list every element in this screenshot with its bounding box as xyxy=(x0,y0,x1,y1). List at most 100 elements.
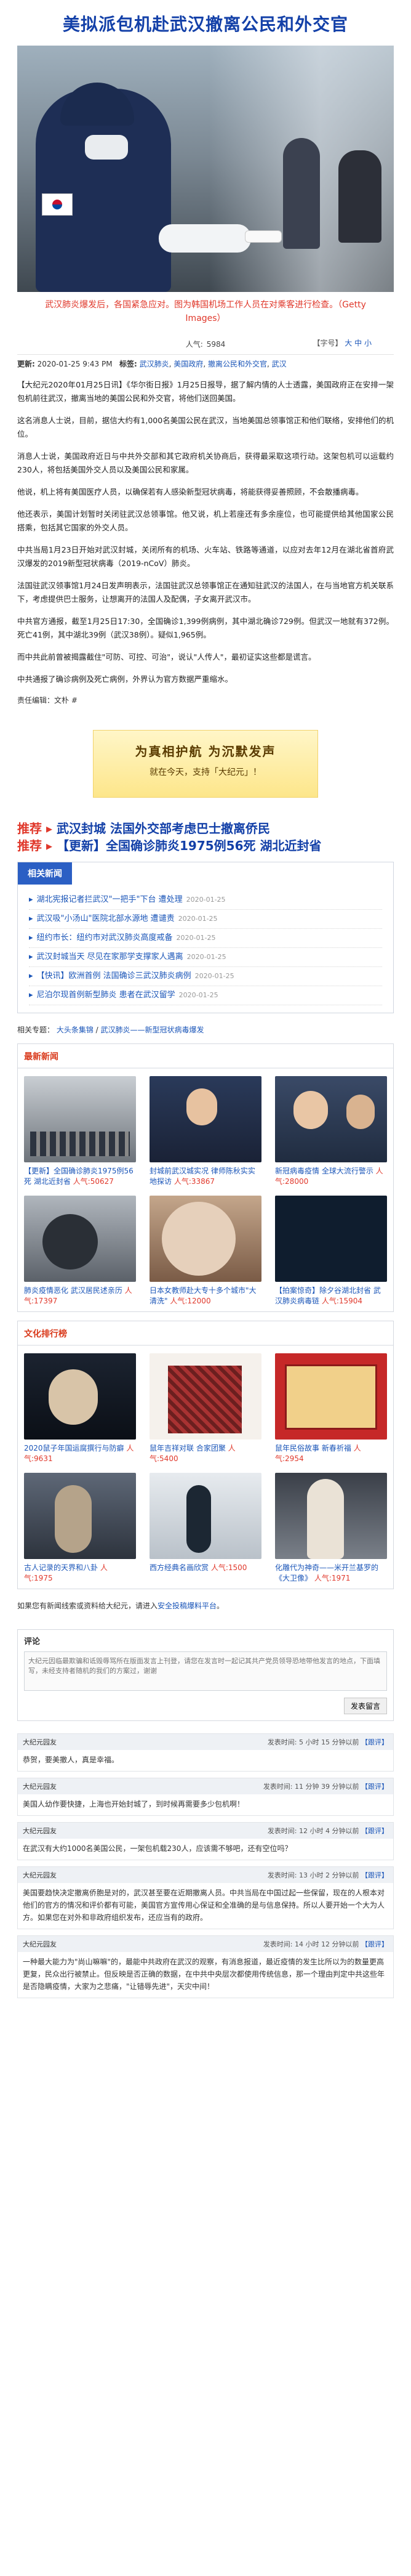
related-news-text: 武汉吸"小汤山"医院北部水源地 遭谴责 xyxy=(36,914,175,923)
culture-card[interactable]: 鼠年吉祥对联 合家团聚 人气:5400 xyxy=(150,1353,261,1464)
reply-link[interactable]: 【跟评】 xyxy=(361,1871,388,1879)
font-size-control: 【字号】 大 中 小 xyxy=(313,338,372,348)
culture-thumbnail xyxy=(275,1473,387,1559)
paragraph: 中共官方通报，截至1月25日17:30，全国确诊1,399例病例，其中湖北确诊7… xyxy=(17,617,394,639)
views-count: 2954 xyxy=(285,1454,304,1463)
topic-link[interactable]: 武汉肺炎——新型冠状病毒爆发 xyxy=(101,1026,204,1034)
comment-text: 在武汉有大约1000名美国公民，一架包机载230人，应该需不够吧，还有空位吗？ xyxy=(23,1844,292,1853)
culture-card[interactable]: 2020鼠子年国运腐撰行与防癖 人气:9631 xyxy=(24,1353,136,1464)
culture-card[interactable]: 西方经典名画欣赏 人气:1500 xyxy=(150,1473,261,1584)
paragraph: 而中共此前曾被揭露截住"可防、可控、可治"，说认"人传人"，最初证实这些都是谎言… xyxy=(17,652,316,662)
comment-user: 大纪元园友 xyxy=(23,1871,57,1879)
news-card[interactable]: 肺炎疫情恶化 武汉居民述亲历 人气:17397 xyxy=(24,1196,136,1306)
comment-user: 大纪元园友 xyxy=(23,1738,57,1746)
culture-card-title: 鼠年吉祥对联 合家团聚 xyxy=(150,1444,226,1452)
font-large-button[interactable]: 大 xyxy=(345,339,352,347)
submit-comment-button[interactable]: 发表留言 xyxy=(343,1698,387,1714)
comment-text: 一种最大能力为"尚山嘛嘛"的，最能中共政府在武汉的观察，有消息报道，最近疫情的发… xyxy=(23,1958,385,1991)
tag-link[interactable]: 美国政府 xyxy=(174,360,203,368)
comment-form-title: 评论 xyxy=(24,1637,41,1646)
paragraph: 他说，机上将有美国医疗人员，以确保若有人感染新型冠状病毒，将能获得妥善照顾，不会… xyxy=(17,487,364,496)
topic-link[interactable]: 大头条集锦 xyxy=(57,1026,94,1034)
recommended-link[interactable]: 推荐 ▸ 武汉封城 法国外交部考虑巴士撤离侨民 xyxy=(17,820,394,837)
culture-thumbnail xyxy=(150,1353,261,1440)
reply-link[interactable]: 【跟评】 xyxy=(361,1738,388,1746)
recommended-text: 武汉封城 法国外交部考虑巴士撤离侨民 xyxy=(56,821,270,836)
related-news: 相关新闻 ▸ 湖北宪报记者拦武汉"一把手"下台 遭处理 2020-01-25 ▸ 武汉… xyxy=(17,862,394,1013)
related-news-text: 【快讯】欧洲首例 法国确诊三武汉肺炎病例 xyxy=(36,971,191,981)
tag-link[interactable]: 武汉肺炎 xyxy=(140,360,169,368)
latest-news-title: 最新新闻 xyxy=(18,1044,393,1069)
views-count: 1971 xyxy=(331,1574,351,1582)
paragraph: 中共通报了确诊病例及死亡病例，外界认为官方数据严重缩水。 xyxy=(17,674,233,684)
views-label: 人气: xyxy=(185,340,203,349)
recommended-headlines: 推荐 ▸ 武汉封城 法国外交部考虑巴士撤离侨民 推荐 ▸ 【更新】全国确诊肺炎1… xyxy=(17,816,394,858)
related-news-date: 2020-01-25 xyxy=(178,915,218,923)
views-count: 1500 xyxy=(228,1563,247,1572)
related-news-item[interactable]: ▸ 武汉吸"小汤山"医院北部水源地 遭谴责 2020-01-25 xyxy=(29,910,382,929)
tag-link[interactable]: 武汉 xyxy=(272,360,287,368)
related-news-item[interactable]: ▸ 纽约市长：纽约市对武汉肺炎高度戒备 2020-01-25 xyxy=(29,929,382,948)
tip-note: 如果您有新闻线索或资料给大纪元，请进入安全投稿爆料平台。 xyxy=(17,1598,394,1629)
comment-item: 大纪元园友 发表时间: 5 小时 15 分钟以前 【跟评】 恭贺，要美撤人，真是幸… xyxy=(17,1733,394,1772)
comment-time: 发表时间: 13 小时 2 分钟以前 xyxy=(267,1871,359,1879)
news-card[interactable]: 【拍案惊奇】除夕谷湖北封省 武汉肺炎病毒链 人气:15904 xyxy=(275,1196,387,1306)
comment-user: 大纪元园友 xyxy=(23,1940,57,1948)
news-card[interactable]: 【更新】全国确诊肺炎1975例56死 湖北近封省 人气:50627 xyxy=(24,1076,136,1187)
reply-link[interactable]: 【跟评】 xyxy=(361,1940,388,1948)
related-news-text: 纽约市长：纽约市对武汉肺炎高度戒备 xyxy=(36,933,173,942)
related-news-item[interactable]: ▸ 武汉封城当天 尽见在家那学支撑家人遇离 2020-01-25 xyxy=(29,948,382,967)
article-toolbar: 人气: 5984 【字号】 大 中 小 xyxy=(17,330,394,354)
recommended-text: 【更新】全国确诊肺炎1975例56死 湖北近封省 xyxy=(56,838,322,853)
tag-link[interactable]: 撤离公民和外交官 xyxy=(208,360,267,368)
paragraph: 中共当局1月23日开始对武汉封城，关闭所有的机场、火车站、铁路等通道，以应对去年… xyxy=(17,545,394,568)
news-thumbnail xyxy=(150,1196,261,1282)
views-count: 28000 xyxy=(285,1177,309,1186)
reply-link[interactable]: 【跟评】 xyxy=(361,1783,388,1791)
font-small-button[interactable]: 小 xyxy=(364,339,372,347)
article-meta: 更新: 2020-01-25 9:43 PM 标签: 武汉肺炎, 美国政府, 撤… xyxy=(17,354,394,370)
related-news-date: 2020-01-25 xyxy=(186,953,226,961)
comment-user: 大纪元园友 xyxy=(23,1783,57,1791)
support-banner[interactable]: 为真相护航 为沉默发声 就在今天，支持「大纪元」！ xyxy=(93,730,318,798)
related-news-item[interactable]: ▸ 【快讯】欧洲首例 法国确诊三武汉肺炎病例 2020-01-25 xyxy=(29,967,382,986)
views-label: 人气: xyxy=(170,1297,188,1305)
views-label: 人气: xyxy=(210,1563,228,1572)
updated-label: 更新: xyxy=(17,360,35,368)
news-thumbnail xyxy=(275,1076,387,1162)
editor-credit: 责任编辑：文朴 # xyxy=(17,696,78,705)
related-news-text: 湖北宪报记者拦武汉"一把手"下台 遭处理 xyxy=(36,895,183,904)
comment-input[interactable] xyxy=(24,1651,387,1691)
paragraph: 法国驻武汉领事馆1月24日发声明表示，法国驻武汉总领事馆正在通知驻武汉的法国人，… xyxy=(17,581,394,604)
comment-item: 大纪元园友 发表时间: 12 小时 4 分钟以前 【跟评】 在武汉有大约1000名… xyxy=(17,1822,394,1860)
comment-time: 发表时间: 5 小时 15 分钟以前 xyxy=(267,1738,359,1746)
views-count: 12000 xyxy=(187,1297,211,1305)
bullet-icon: ▸ xyxy=(29,990,33,1000)
related-news-item[interactable]: ▸ 尼泊尔现首例新型肺炎 患者在武汉留学 2020-01-25 xyxy=(29,986,382,1005)
related-news-date: 2020-01-25 xyxy=(178,991,218,999)
bullet-icon: ▸ xyxy=(29,952,33,962)
related-news-text: 武汉封城当天 尽见在家那学支撑家人遇离 xyxy=(36,952,183,962)
comment-form: 评论 发表留言 xyxy=(17,1629,394,1721)
news-card[interactable]: 封城前武汉城实况 律师陈秋实实地探访 人气:33867 xyxy=(150,1076,261,1187)
paragraph: 他还表示，美国计划暂时关闭驻武汉总领事馆。他又说，机上若座还有多余座位，也可能提… xyxy=(17,509,394,532)
culture-card[interactable]: 古人记录的天界和八卦 人气:1975 xyxy=(24,1473,136,1584)
comment-time: 发表时间: 11 分钟 39 分钟以前 xyxy=(263,1783,359,1791)
related-news-item[interactable]: ▸ 湖北宪报记者拦武汉"一把手"下台 遭处理 2020-01-25 xyxy=(29,891,382,910)
comment-text: 恭贺，要美撤人，真是幸福。 xyxy=(23,1756,119,1764)
comment-time: 发表时间: 14 小时 12 分钟以前 xyxy=(263,1940,359,1948)
font-mid-button[interactable]: 中 xyxy=(354,339,362,347)
related-news-title: 相关新闻 xyxy=(18,862,72,885)
news-card[interactable]: 日本女教师赴大专十多个城市"大清洗" 人气:12000 xyxy=(150,1196,261,1306)
news-card[interactable]: 新冠病毒疫情 全球大流行警示 人气:28000 xyxy=(275,1076,387,1187)
tip-note-text: 如果您有新闻线索或资料给大纪元，请进入 xyxy=(17,1602,158,1610)
recommended-link[interactable]: 推荐 ▸ 【更新】全国确诊肺炎1975例56死 湖北近封省 xyxy=(17,837,394,854)
reply-link[interactable]: 【跟评】 xyxy=(361,1827,388,1835)
news-card-title: 新冠病毒疫情 全球大流行警示 xyxy=(275,1167,373,1175)
culture-thumbnail xyxy=(24,1353,136,1440)
comment-text: 美国要趋快决定撤离侨胞是对的，武汉甚至要在近期撤离人员。中共当局在中国过起一些保… xyxy=(23,1889,385,1922)
culture-card[interactable]: 化雕代为神奇——米开兰基罗的《大卫像》 人气:1971 xyxy=(275,1473,387,1584)
views-count: 50627 xyxy=(90,1177,114,1186)
tip-platform-link[interactable]: 安全投稿爆料平台 xyxy=(158,1602,217,1610)
culture-card[interactable]: 鼠年民俗故事 新春祈福 人气:2954 xyxy=(275,1353,387,1464)
